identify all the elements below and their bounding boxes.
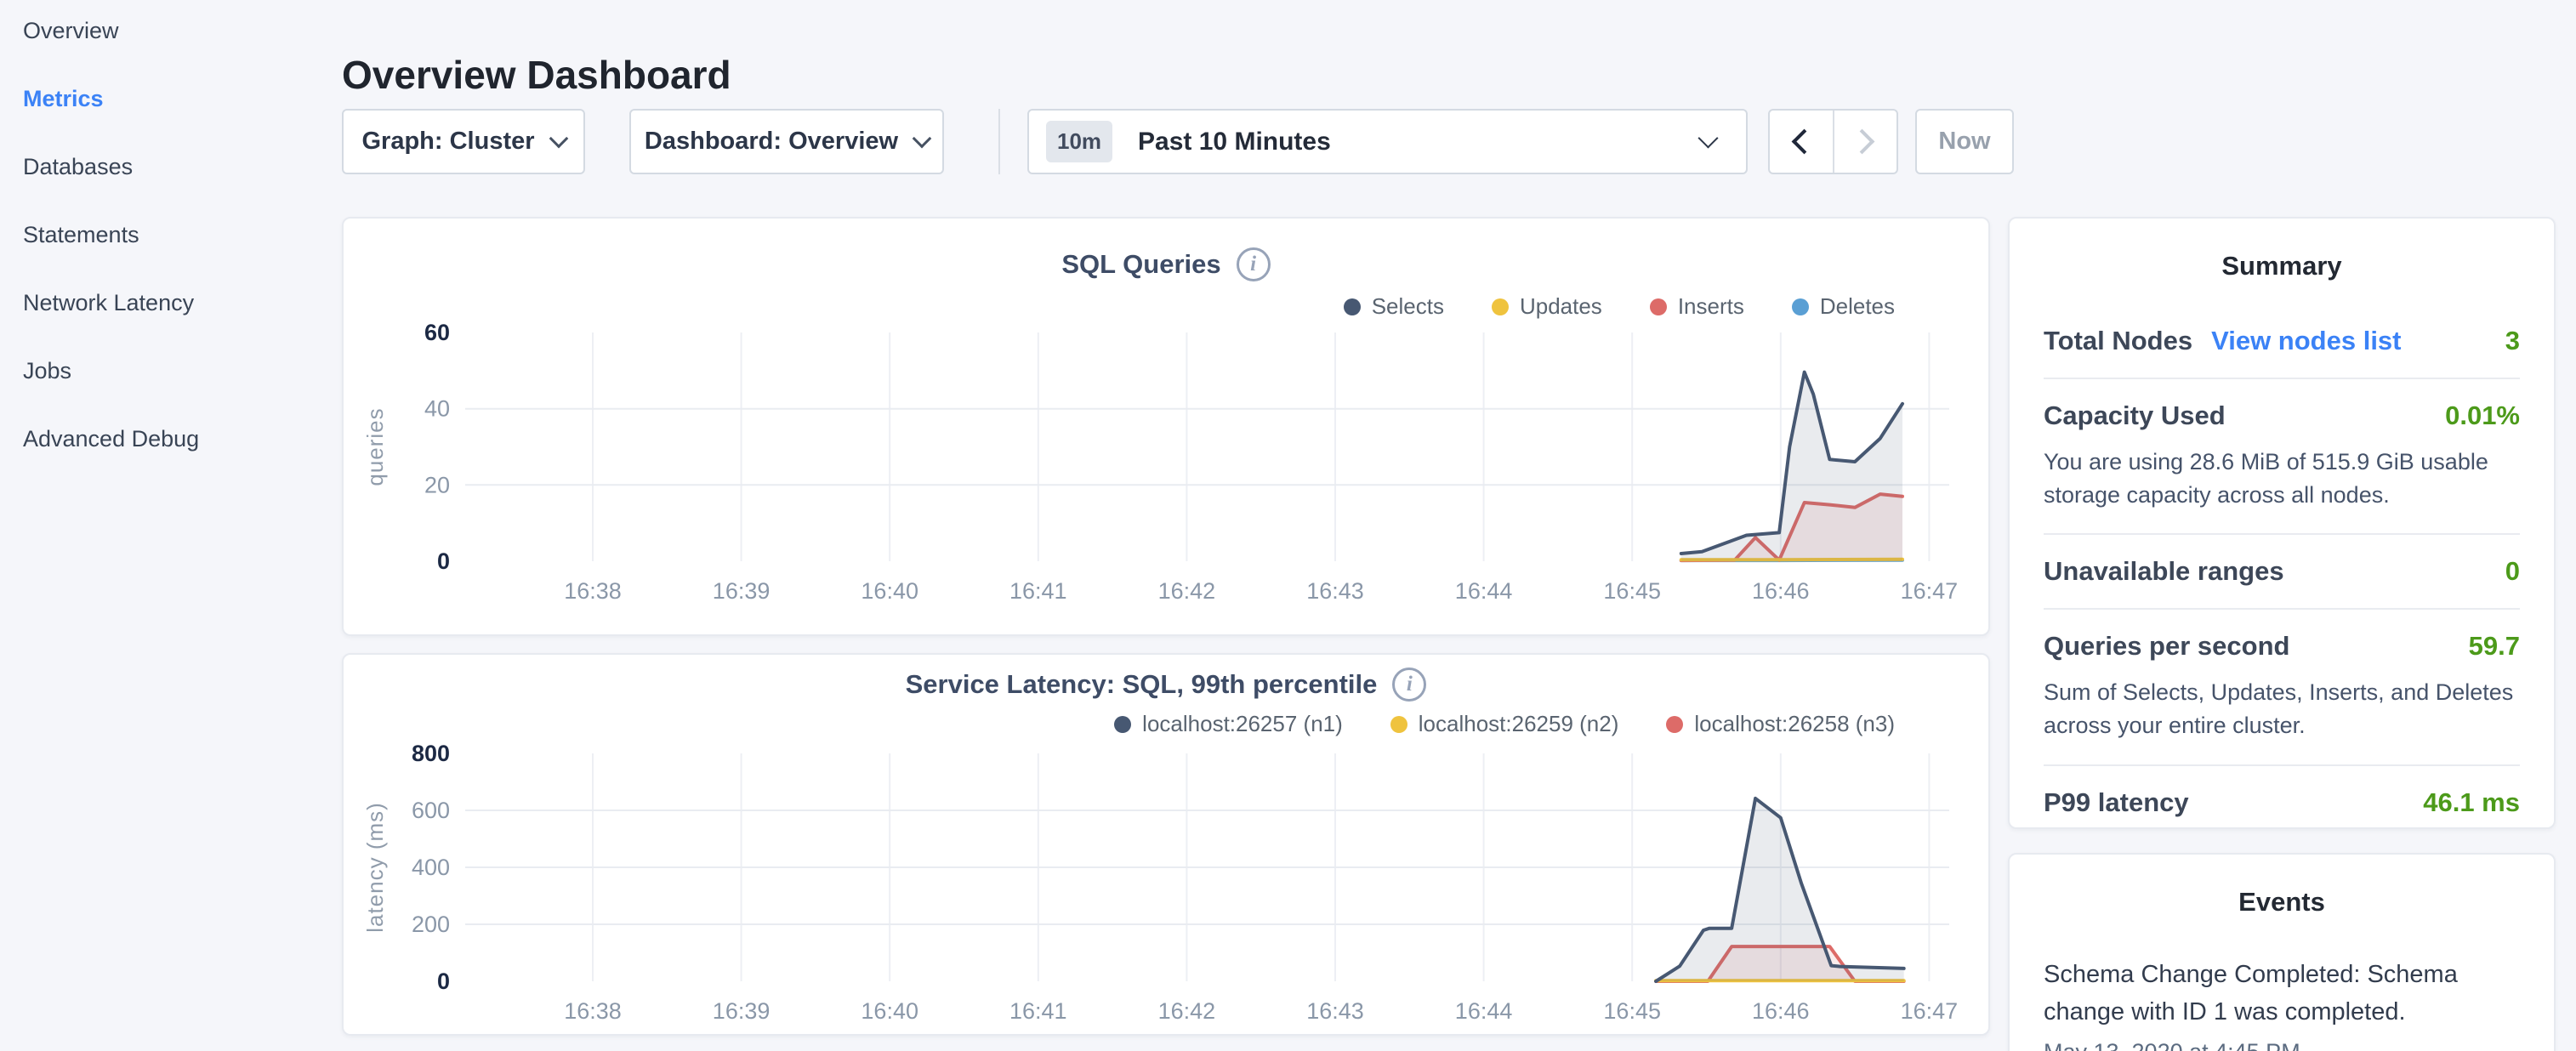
service-latency-plot: 16:38 16:39 16:40 16:41 16:42 16:43 16:44 16:45… [344, 655, 1992, 1037]
chevron-down-icon [549, 128, 568, 148]
summary-row-unavailable-ranges: Unavailable ranges 0 [2044, 533, 2520, 608]
summary-description: Sum of Selects, Updates, Inserts, and De… [2044, 676, 2520, 742]
now-button[interactable]: Now [1915, 109, 2014, 174]
events-title: Events [2010, 887, 2554, 917]
sidebar-item-statements[interactable]: Statements [23, 224, 312, 292]
graph-dropdown-label: Graph: Cluster [361, 128, 534, 156]
svg-text:600: 600 [412, 798, 450, 823]
sidebar-item-network-latency[interactable]: Network Latency [23, 292, 312, 360]
svg-text:16:40: 16:40 [861, 998, 918, 1024]
svg-text:16:39: 16:39 [713, 578, 771, 604]
svg-text:16:44: 16:44 [1455, 578, 1513, 604]
sidebar-item-overview[interactable]: Overview [23, 20, 312, 88]
chevron-right-icon [1849, 129, 1874, 155]
svg-text:16:43: 16:43 [1306, 998, 1364, 1024]
time-back-button[interactable] [1770, 111, 1833, 173]
summary-title: Summary [2010, 251, 2554, 281]
svg-text:latency (ms): latency (ms) [362, 802, 388, 933]
time-range-badge: 10m [1046, 121, 1112, 162]
summary-value: 0 [2505, 556, 2520, 587]
svg-text:16:43: 16:43 [1306, 578, 1364, 604]
chevron-left-icon [1792, 129, 1817, 155]
sql-queries-plot: 16:38 16:39 16:40 16:41 16:42 16:43 16:44 16:45… [344, 219, 1992, 638]
svg-text:400: 400 [412, 855, 450, 880]
svg-text:0: 0 [437, 969, 450, 994]
summary-label: Queries per second [2044, 631, 2289, 662]
svg-text:16:46: 16:46 [1752, 998, 1810, 1024]
summary-panel: Summary Total Nodes View nodes list 3 Ca… [2008, 217, 2556, 829]
sidebar-item-jobs[interactable]: Jobs [23, 360, 312, 428]
summary-row-total-nodes: Total Nodes View nodes list 3 [2044, 326, 2520, 378]
summary-description: You are using 28.6 MiB of 515.9 GiB usab… [2044, 446, 2520, 512]
dashboard-dropdown-label: Dashboard: Overview [645, 128, 898, 156]
chevron-down-icon [1697, 128, 1718, 148]
sidebar-item-advanced-debug[interactable]: Advanced Debug [23, 428, 312, 496]
page-title: Overview Dashboard [342, 52, 731, 98]
svg-text:16:39: 16:39 [713, 998, 771, 1024]
event-text: Schema Change Completed: Schema change w… [2044, 957, 2520, 1031]
svg-text:queries: queries [362, 407, 388, 486]
svg-text:16:40: 16:40 [861, 578, 918, 604]
summary-label: Unavailable ranges [2044, 556, 2284, 587]
svg-text:16:44: 16:44 [1455, 998, 1513, 1024]
svg-text:800: 800 [412, 741, 450, 766]
svg-text:16:45: 16:45 [1603, 578, 1661, 604]
view-nodes-list-link[interactable]: View nodes list [2211, 326, 2401, 356]
svg-text:200: 200 [412, 912, 450, 937]
summary-value: 3 [2505, 326, 2520, 356]
svg-text:16:41: 16:41 [1009, 998, 1067, 1024]
chevron-down-icon [913, 128, 932, 148]
graph-dropdown[interactable]: Graph: Cluster [342, 109, 585, 174]
event-item[interactable]: Schema Change Completed: Schema change w… [2044, 957, 2520, 1051]
summary-row-capacity-used: Capacity Used 0.01% You are using 28.6 M… [2044, 378, 2520, 533]
sidebar: Overview Metrics Databases Statements Ne… [23, 20, 312, 496]
time-forward-button[interactable] [1834, 111, 1897, 173]
time-pager [1768, 109, 1898, 174]
sql-queries-chart-card: SQL Queries i Selects Updates Inserts De… [342, 217, 1990, 636]
summary-rows: Total Nodes View nodes list 3 Capacity U… [2044, 326, 2520, 839]
svg-text:20: 20 [424, 472, 450, 497]
svg-text:16:38: 16:38 [564, 998, 622, 1024]
svg-text:16:46: 16:46 [1752, 578, 1810, 604]
time-range-picker[interactable]: 10m Past 10 Minutes [1027, 109, 1748, 174]
svg-text:16:42: 16:42 [1158, 998, 1216, 1024]
event-timestamp: May 13, 2020 at 4:45 PM [2044, 1039, 2520, 1051]
summary-value: 46.1 ms [2423, 787, 2520, 818]
time-range-label: Past 10 Minutes [1138, 128, 1331, 156]
summary-label: Capacity Used [2044, 401, 2226, 431]
dashboard-dropdown[interactable]: Dashboard: Overview [629, 109, 944, 174]
svg-text:60: 60 [424, 320, 450, 345]
summary-value: 59.7 [2469, 631, 2520, 662]
svg-text:16:45: 16:45 [1603, 998, 1661, 1024]
app-root: Overview Metrics Databases Statements Ne… [0, 0, 2576, 1051]
svg-text:16:41: 16:41 [1009, 578, 1067, 604]
svg-text:40: 40 [424, 396, 450, 422]
svg-text:16:47: 16:47 [1901, 578, 1959, 604]
svg-text:16:42: 16:42 [1158, 578, 1216, 604]
svg-text:0: 0 [437, 548, 450, 574]
svg-text:16:47: 16:47 [1901, 998, 1959, 1024]
summary-label: P99 latency [2044, 787, 2189, 818]
service-latency-chart-card: Service Latency: SQL, 99th percentile i … [342, 653, 1990, 1036]
summary-row-p99-latency: P99 latency 46.1 ms [2044, 764, 2520, 839]
sidebar-item-metrics[interactable]: Metrics [23, 88, 312, 156]
controls-divider [998, 109, 1000, 174]
summary-value: 0.01% [2445, 401, 2520, 431]
events-panel: Events Schema Change Completed: Schema c… [2008, 853, 2556, 1051]
summary-row-queries-per-second: Queries per second 59.7 Sum of Selects, … [2044, 608, 2520, 764]
summary-label: Total Nodes [2044, 326, 2192, 356]
sidebar-item-databases[interactable]: Databases [23, 156, 312, 224]
svg-text:16:38: 16:38 [564, 578, 622, 604]
